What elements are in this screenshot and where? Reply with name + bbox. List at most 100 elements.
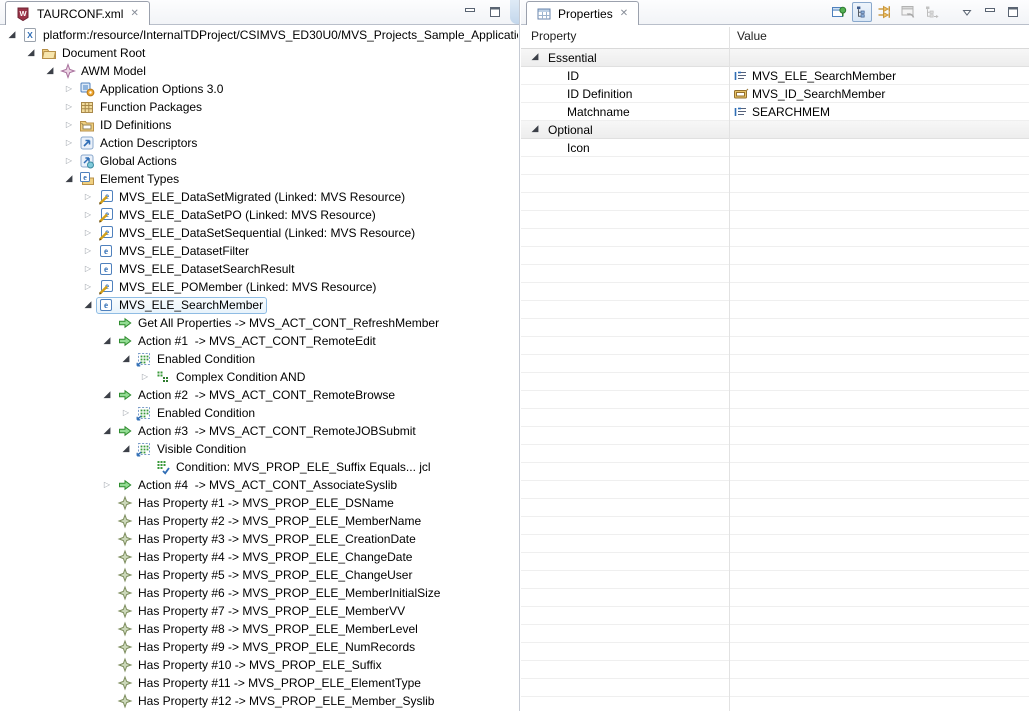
view-menu-button[interactable]	[957, 2, 977, 22]
expand-arrow-icon[interactable]: ▷	[80, 224, 96, 242]
show-advanced-button[interactable]	[875, 2, 895, 22]
collapse-arrow-icon[interactable]: ◢	[99, 332, 115, 350]
tree-item-body[interactable]: eMVS_ELE_DatasetFilter	[96, 243, 253, 260]
maximize-button[interactable]	[1003, 2, 1023, 22]
tree-item[interactable]: Has Property #5 -> MVS_PROP_ELE_ChangeUs…	[0, 566, 518, 584]
tree-item-body[interactable]: Has Property #8 -> MVS_PROP_ELE_MemberLe…	[115, 621, 422, 638]
collapse-arrow-icon[interactable]: ◢	[42, 62, 58, 80]
tree-item[interactable]: ◢Xplatform:/resource/InternalTDProject/C…	[0, 26, 518, 44]
tree-item-body[interactable]: Get All Properties -> MVS_ACT_CONT_Refre…	[115, 315, 443, 332]
tree-item[interactable]: Has Property #3 -> MVS_PROP_ELE_Creation…	[0, 530, 518, 548]
tree-item[interactable]: ◢Document Root	[0, 44, 518, 62]
tree-item[interactable]: Has Property #10 -> MVS_PROP_ELE_Suffix	[0, 656, 518, 674]
tree-item-body[interactable]: Application Options 3.0	[77, 81, 227, 98]
tree-item[interactable]: ▷eMVS_ELE_POMember (Linked: MVS Resource…	[0, 278, 518, 296]
tree-item-body[interactable]: Condition: MVS_PROP_ELE_Suffix Equals...…	[153, 459, 435, 476]
tree-item-body[interactable]: Global Actions	[77, 153, 181, 170]
tree-item[interactable]: ▷ID Definitions	[0, 116, 518, 134]
property-row[interactable]: Icon	[521, 139, 1029, 157]
tree-item-body[interactable]: Has Property #7 -> MVS_PROP_ELE_MemberVV	[115, 603, 409, 620]
tree-item[interactable]: ▷eMVS_ELE_DatasetSearchResult	[0, 260, 518, 278]
tree-item[interactable]: ▷Application Options 3.0	[0, 80, 518, 98]
column-header-value[interactable]: Value	[737, 29, 767, 43]
tree-item[interactable]: ◢AWM Model	[0, 62, 518, 80]
collapse-arrow-icon[interactable]: ◢	[99, 422, 115, 440]
tree-item-body-selected[interactable]: eMVS_ELE_SearchMember	[96, 297, 267, 314]
tree-item-body[interactable]: eMVS_ELE_DataSetMigrated (Linked: MVS Re…	[96, 189, 409, 206]
tree-item-body[interactable]: eMVS_ELE_POMember (Linked: MVS Resource)	[96, 279, 380, 296]
pin-view-button[interactable]	[829, 2, 849, 22]
collapse-arrow-icon[interactable]: ◢	[118, 440, 134, 458]
tree-item-body[interactable]: AWM Model	[58, 63, 150, 80]
tree-item-body[interactable]: Action #1 -> MVS_ACT_CONT_RemoteEdit	[115, 333, 380, 350]
tree-item[interactable]: Has Property #12 -> MVS_PROP_ELE_Member_…	[0, 692, 518, 710]
tree-item[interactable]: ◢Action #2 -> MVS_ACT_CONT_RemoteBrowse	[0, 386, 518, 404]
tree-item[interactable]: ◢eElement Types	[0, 170, 518, 188]
tree-item[interactable]: ▷eMVS_ELE_DatasetFilter	[0, 242, 518, 260]
collapse-arrow-icon[interactable]: ◢	[99, 386, 115, 404]
tree-item-body[interactable]: Has Property #2 -> MVS_PROP_ELE_MemberNa…	[115, 513, 425, 530]
tree-item[interactable]: ▷eMVS_ELE_DataSetPO (Linked: MVS Resourc…	[0, 206, 518, 224]
tree-item-body[interactable]: Action #4 -> MVS_ACT_CONT_AssociateSysli…	[115, 477, 401, 494]
tree-item-body[interactable]: Action #3 -> MVS_ACT_CONT_RemoteJOBSubmi…	[115, 423, 420, 440]
show-tree-button[interactable]	[852, 2, 872, 22]
tree-item[interactable]: ▷Function Packages	[0, 98, 518, 116]
column-header-property[interactable]: Property	[531, 29, 576, 43]
tree-item-body[interactable]: Action #2 -> MVS_ACT_CONT_RemoteBrowse	[115, 387, 399, 404]
tree-item[interactable]: ◢Action #3 -> MVS_ACT_CONT_RemoteJOBSubm…	[0, 422, 518, 440]
expand-arrow-icon[interactable]: ▷	[80, 188, 96, 206]
tree-item[interactable]: ▷eMVS_ELE_DataSetSequential (Linked: MVS…	[0, 224, 518, 242]
tree-item[interactable]: ◢Action #1 -> MVS_ACT_CONT_RemoteEdit	[0, 332, 518, 350]
property-value[interactable]: MVS_ID_SearchMember	[733, 85, 885, 102]
tree-item-body[interactable]: Visible Condition	[134, 441, 250, 458]
tree-item-body[interactable]: Has Property #3 -> MVS_PROP_ELE_Creation…	[115, 531, 420, 548]
tree-item-body[interactable]: eMVS_ELE_DataSetSequential (Linked: MVS …	[96, 225, 419, 242]
expand-arrow-icon[interactable]: ▷	[80, 242, 96, 260]
tree-item-body[interactable]: Enabled Condition	[134, 351, 259, 368]
tree-item[interactable]: Has Property #2 -> MVS_PROP_ELE_MemberNa…	[0, 512, 518, 530]
tree-item-body[interactable]: Has Property #4 -> MVS_PROP_ELE_ChangeDa…	[115, 549, 416, 566]
tree-item[interactable]: ▷Enabled Condition	[0, 404, 518, 422]
tree-item-body[interactable]: Xplatform:/resource/InternalTDProject/CS…	[20, 27, 518, 44]
column-divider[interactable]	[729, 27, 730, 711]
collapse-arrow-icon[interactable]: ◢	[529, 121, 541, 138]
collapse-arrow-icon[interactable]: ◢	[4, 26, 20, 44]
tree-item-body[interactable]: eMVS_ELE_DataSetPO (Linked: MVS Resource…	[96, 207, 380, 224]
minimize-button[interactable]	[980, 2, 1000, 22]
tree-item[interactable]: Has Property #7 -> MVS_PROP_ELE_MemberVV	[0, 602, 518, 620]
tree-item[interactable]: ▷eMVS_ELE_DataSetMigrated (Linked: MVS R…	[0, 188, 518, 206]
close-icon[interactable]: ✕	[619, 8, 629, 20]
expand-arrow-icon[interactable]: ▷	[80, 278, 96, 296]
collapse-tree-button[interactable]	[921, 2, 941, 22]
expand-arrow-icon[interactable]: ▷	[99, 476, 115, 494]
expand-arrow-icon[interactable]: ▷	[61, 116, 77, 134]
tree-item[interactable]: ▷Global Actions	[0, 152, 518, 170]
tree-item-body[interactable]: Action Descriptors	[77, 135, 201, 152]
tree-item[interactable]: ▷Complex Condition AND	[0, 368, 518, 386]
tree-item-body[interactable]: ID Definitions	[77, 117, 175, 134]
tree-item[interactable]: Has Property #1 -> MVS_PROP_ELE_DSName	[0, 494, 518, 512]
expand-arrow-icon[interactable]: ▷	[61, 80, 77, 98]
close-icon[interactable]: ✕	[129, 8, 139, 20]
tree-item[interactable]: Has Property #8 -> MVS_PROP_ELE_MemberLe…	[0, 620, 518, 638]
tree-item[interactable]: ▷Action Descriptors	[0, 134, 518, 152]
property-row[interactable]: IDMVS_ELE_SearchMember	[521, 67, 1029, 85]
expand-arrow-icon[interactable]: ▷	[137, 368, 153, 386]
tree-item-body[interactable]: Document Root	[39, 45, 149, 62]
tree-item[interactable]: Get All Properties -> MVS_ACT_CONT_Refre…	[0, 314, 518, 332]
tree-item[interactable]: Condition: MVS_PROP_ELE_Suffix Equals...…	[0, 458, 518, 476]
expand-arrow-icon[interactable]: ▷	[61, 134, 77, 152]
tree-item-body[interactable]: Has Property #12 -> MVS_PROP_ELE_Member_…	[115, 693, 438, 710]
tab-taurconf-xml[interactable]: W TAURCONF.xml ✕	[5, 1, 150, 25]
expand-arrow-icon[interactable]: ▷	[61, 152, 77, 170]
collapse-arrow-icon[interactable]: ◢	[23, 44, 39, 62]
property-category-row[interactable]: ◢Essential	[521, 49, 1029, 67]
expand-arrow-icon[interactable]: ▷	[61, 98, 77, 116]
tree-item-body[interactable]: Has Property #1 -> MVS_PROP_ELE_DSName	[115, 495, 398, 512]
tree-item-body[interactable]: eElement Types	[77, 171, 183, 188]
property-category-row[interactable]: ◢Optional	[521, 121, 1029, 139]
property-value[interactable]: MVS_ELE_SearchMember	[733, 67, 896, 84]
collapse-arrow-icon[interactable]: ◢	[61, 170, 77, 188]
property-value[interactable]: SEARCHMEM	[733, 103, 830, 120]
tree-item-body[interactable]: eMVS_ELE_DatasetSearchResult	[96, 261, 298, 278]
